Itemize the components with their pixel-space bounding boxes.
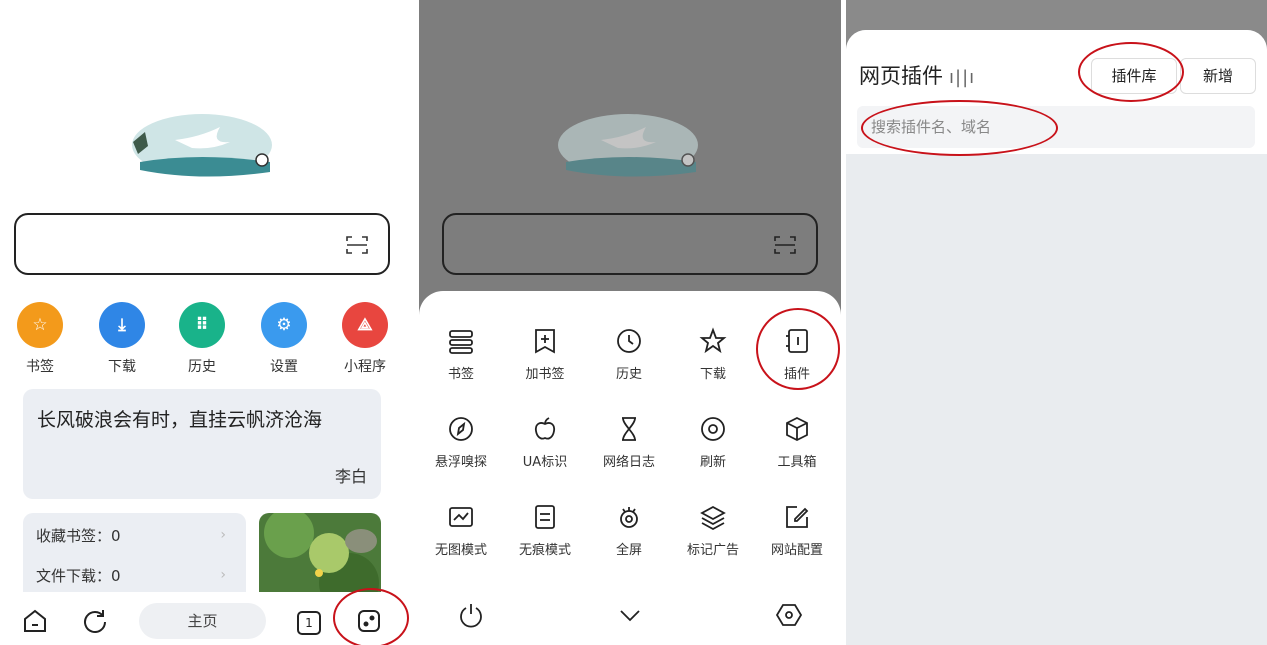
menu-item-label: 全屏 [615,543,642,558]
add-plugin-button[interactable]: 新增 [1180,58,1256,94]
eye-icon [615,503,643,531]
menu-item-label: 网络日志 [602,455,655,470]
browser-menu-screen: 书签 加书签 历史 下载 插件 悬浮嗅探 UA标识 网络日志 刷新 工具箱 无图… [419,0,841,645]
clock-icon [615,327,643,355]
seagull-logo [130,112,275,178]
menu-item-label: 书签 [447,367,474,382]
layers-icon [699,503,727,531]
quick-link-history[interactable]: ⠿ 历史 [172,302,232,376]
menu-item-label: 无痕模式 [518,543,571,558]
chevron-right-icon: › [220,567,226,583]
refresh-icon[interactable] [82,608,108,634]
compass-icon [447,415,475,443]
quick-link-label: 历史 [188,359,216,375]
plugins-sheet: 网页插件 ı||ı 插件库 新增 [846,30,1267,645]
cube-icon [783,415,811,443]
menu-item-plugins[interactable]: 插件 [755,327,839,382]
refresh-target-icon [699,415,727,443]
quick-link-label: 书签 [26,359,54,375]
menu-item-label: 插件 [783,367,810,382]
hexagon-settings-icon[interactable] [775,601,803,629]
menu-item-float-sniff[interactable]: 悬浮嗅探 [419,415,503,470]
scan-icon[interactable] [346,235,368,255]
power-icon[interactable] [457,601,485,629]
plugin-search-input[interactable] [857,106,1255,148]
quick-link-label: 小程序 [344,359,386,375]
menu-item-label: 无图模式 [434,543,487,558]
address-search-box[interactable] [442,213,818,275]
menu-item-downloads[interactable]: 下载 [671,327,755,382]
quote-author: 李白 [334,467,367,486]
menu-item-no-image[interactable]: 无图模式 [419,503,503,558]
menu-item-label: 下载 [699,367,726,382]
menu-sheet: 书签 加书签 历史 下载 插件 悬浮嗅探 UA标识 网络日志 刷新 工具箱 无图… [419,291,841,645]
menu-item-toolbox[interactable]: 工具箱 [755,415,839,470]
bookmarks-icon [447,327,475,355]
tab-count-button[interactable]: 1 [297,611,321,635]
chevron-right-icon: › [220,527,226,543]
menu-item-label: UA标识 [522,455,568,470]
menu-item-label: 标记广告 [686,543,739,558]
menu-item-site-config[interactable]: 网站配置 [755,503,839,558]
star-outline-icon [699,327,727,355]
document-icon [531,503,559,531]
quick-link-label: 下载 [108,359,136,375]
menu-item-label: 历史 [615,367,642,382]
page-title: 网页插件 ı||ı [859,60,975,90]
quick-link-miniapps[interactable]: ⟁ 小程序 [335,302,395,376]
star-icon: ☆ [17,302,63,348]
menu-item-label: 刷新 [699,455,726,470]
menu-dice-icon[interactable] [356,608,382,634]
bottom-navigation: 主页 1 [0,592,410,645]
menu-item-history[interactable]: 历史 [587,327,671,382]
menu-item-add-bookmark[interactable]: 加书签 [503,327,587,382]
menu-item-label: 悬浮嗅探 [434,455,487,470]
footprints-icon: ⠿ [179,302,225,348]
image-off-icon [447,503,475,531]
menu-item-ua[interactable]: UA标识 [503,415,587,470]
quick-link-label: 设置 [270,359,298,375]
menu-item-bookmarks[interactable]: 书签 [419,327,503,382]
quick-link-settings[interactable]: ⚙ 设置 [254,302,314,376]
home-icon[interactable] [22,608,48,634]
menu-item-mark-ads[interactable]: 标记广告 [671,503,755,558]
home-tab-button[interactable]: 主页 [139,603,266,639]
address-search-box[interactable] [14,213,390,275]
edit-icon [783,503,811,531]
menu-item-label: 工具箱 [777,455,817,470]
plugin-icon [783,327,811,355]
menu-item-fullscreen[interactable]: 全屏 [587,503,671,558]
chevron-down-icon[interactable] [616,601,644,629]
browser-home-screen: ☆ 书签 ⤓ 下载 ⠿ 历史 ⚙ 设置 ⟁ 小程序 长风破浪会有时，直挂云帆济沧… [0,0,410,645]
hourglass-icon [615,415,643,443]
download-icon: ⤓ [99,302,145,348]
bookmark-count[interactable]: 收藏书签：0 [36,525,121,546]
menu-item-label: 网站配置 [770,543,823,558]
menu-item-label: 加书签 [525,367,565,382]
stats-card: 收藏书签：0 › 文件下载：0 › [23,513,246,603]
plugin-library-button[interactable]: 插件库 [1091,58,1177,94]
plugins-screen: 网页插件 ı||ı 插件库 新增 [846,0,1267,645]
wallpaper-thumbnail[interactable] [259,513,381,603]
miniapp-icon: ⟁ [342,302,388,348]
menu-item-network-log[interactable]: 网络日志 [587,415,671,470]
plugins-header: 网页插件 ı||ı 插件库 新增 [846,30,1267,154]
quick-link-downloads[interactable]: ⤓ 下载 [92,302,152,376]
add-bookmark-icon [531,327,559,355]
bars-icon: ı||ı [949,67,976,88]
apple-icon [531,415,559,443]
gear-icon: ⚙ [261,302,307,348]
quote-text: 长风破浪会有时，直挂云帆济沧海 [37,409,323,431]
menu-item-incognito[interactable]: 无痕模式 [503,503,587,558]
seagull-logo [556,112,701,178]
quick-links: ☆ 书签 ⤓ 下载 ⠿ 历史 ⚙ 设置 ⟁ 小程序 [0,302,410,382]
quote-card[interactable]: 长风破浪会有时，直挂云帆济沧海 李白 [23,389,381,499]
menu-item-refresh[interactable]: 刷新 [671,415,755,470]
page-title-text: 网页插件 [859,64,943,88]
scan-icon[interactable] [774,235,796,255]
download-count[interactable]: 文件下载：0 [36,565,121,586]
quick-link-bookmarks[interactable]: ☆ 书签 [10,302,70,376]
